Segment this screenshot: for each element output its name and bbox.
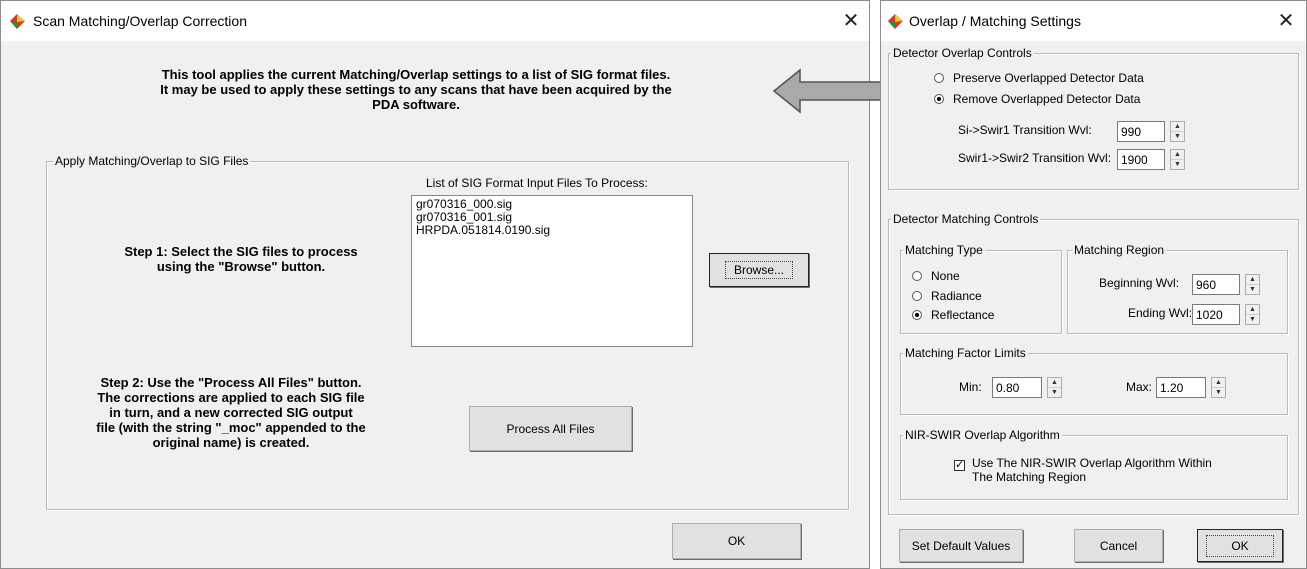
cancel-button[interactable]: Cancel	[1074, 529, 1163, 562]
overlap-settings-window: Overlap / Matching Settings ✕ Detector O…	[880, 0, 1307, 569]
step1-line-1: Step 1: Select the SIG files to process	[124, 244, 358, 259]
ending-wvl-label: Ending Wvl:	[1128, 306, 1193, 320]
overlap-controls-label: Detector Overlap Controls	[891, 46, 1034, 60]
step2-line-3: in turn, and a new corrected SIG output	[109, 405, 353, 420]
ending-wvl-input[interactable]: 1020	[1192, 304, 1240, 325]
nir-swir-label: NIR-SWIR Overlap Algorithm	[903, 428, 1062, 442]
matching-region-label: Matching Region	[1072, 243, 1167, 257]
type-reflectance-radio[interactable]	[912, 310, 922, 320]
browse-button[interactable]: Browse...	[709, 253, 809, 287]
factor-limits-label: Matching Factor Limits	[903, 346, 1028, 360]
type-none-radio[interactable]	[912, 271, 922, 281]
spin-up-icon[interactable]: ▲	[1048, 378, 1061, 388]
swir1-swir2-label: Swir1->Swir2 Transition Wvl:	[958, 151, 1112, 165]
app-icon	[10, 14, 25, 29]
nir-swir-check-line-2[interactable]: The Matching Region	[972, 470, 1086, 484]
beginning-wvl-spinner[interactable]: ▲ ▼	[1245, 274, 1260, 295]
si-swir1-input[interactable]: 990	[1117, 121, 1165, 142]
spin-up-icon[interactable]: ▲	[1246, 305, 1259, 315]
step2-line-2: The corrections are applied to each SIG …	[97, 390, 365, 405]
set-default-values-button[interactable]: Set Default Values	[899, 529, 1023, 562]
step2-line-1: Step 2: Use the "Process All Files" butt…	[100, 375, 362, 390]
spin-up-icon[interactable]: ▲	[1171, 150, 1184, 160]
intro-line-1: This tool applies the current Matching/O…	[161, 67, 671, 82]
step2-line-5: original name) is created.	[152, 435, 310, 450]
ok-button[interactable]: OK	[672, 523, 801, 559]
beginning-wvl-input[interactable]: 960	[1192, 274, 1240, 295]
spin-up-icon[interactable]: ▲	[1212, 378, 1225, 388]
max-spinner[interactable]: ▲ ▼	[1211, 377, 1226, 398]
app-icon	[888, 14, 903, 29]
matching-controls-label: Detector Matching Controls	[891, 212, 1041, 226]
close-icon[interactable]: ✕	[1273, 8, 1299, 34]
close-icon[interactable]: ✕	[838, 8, 864, 34]
scan-matching-window: Scan Matching/Overlap Correction ✕ This …	[0, 0, 870, 569]
window-title: Overlap / Matching Settings	[909, 13, 1081, 29]
swir1-swir2-spinner[interactable]: ▲ ▼	[1170, 149, 1185, 170]
type-none-label[interactable]: None	[931, 269, 960, 283]
remove-overlap-label[interactable]: Remove Overlapped Detector Data	[953, 92, 1140, 106]
preserve-overlap-label[interactable]: Preserve Overlapped Detector Data	[953, 71, 1144, 85]
intro-line-3: PDA software.	[372, 97, 460, 112]
spin-down-icon[interactable]: ▼	[1246, 315, 1259, 324]
type-reflectance-label[interactable]: Reflectance	[931, 308, 994, 322]
spin-down-icon[interactable]: ▼	[1246, 285, 1259, 294]
type-radiance-radio[interactable]	[912, 291, 922, 301]
spin-down-icon[interactable]: ▼	[1171, 132, 1184, 141]
swir1-swir2-input[interactable]: 1900	[1117, 149, 1165, 170]
min-label: Min:	[959, 380, 982, 394]
settings-ok-button[interactable]: OK	[1197, 529, 1283, 562]
title-bar[interactable]: Overlap / Matching Settings ✕	[881, 1, 1306, 41]
step1-line-2: using the "Browse" button.	[156, 259, 326, 274]
max-label: Max:	[1126, 380, 1153, 394]
nir-swir-check-line-1[interactable]: Use The NIR-SWIR Overlap Algorithm Withi…	[972, 456, 1212, 470]
settings-ok-label: OK	[1206, 534, 1274, 557]
remove-overlap-radio[interactable]	[934, 94, 944, 104]
process-all-files-button[interactable]: Process All Files	[469, 406, 632, 451]
si-swir1-spinner[interactable]: ▲ ▼	[1170, 121, 1185, 142]
min-spinner[interactable]: ▲ ▼	[1047, 377, 1062, 398]
matching-type-label: Matching Type	[903, 243, 985, 257]
window-title: Scan Matching/Overlap Correction	[33, 13, 247, 29]
ending-wvl-spinner[interactable]: ▲ ▼	[1245, 304, 1260, 325]
beginning-wvl-label: Beginning Wvl:	[1099, 276, 1180, 290]
max-input[interactable]: 1.20	[1156, 377, 1206, 398]
apply-group-label: Apply Matching/Overlap to SIG Files	[53, 154, 251, 168]
spin-up-icon[interactable]: ▲	[1246, 275, 1259, 285]
si-swir1-label: Si->Swir1 Transition Wvl:	[958, 123, 1092, 137]
file-list[interactable]: gr070316_000.sig gr070316_001.sig HRPDA.…	[411, 195, 693, 347]
type-radiance-label[interactable]: Radiance	[931, 289, 982, 303]
spin-up-icon[interactable]: ▲	[1171, 122, 1184, 132]
nir-swir-checkbox[interactable]: ✓	[954, 460, 965, 471]
min-input[interactable]: 0.80	[992, 377, 1042, 398]
spin-down-icon[interactable]: ▼	[1048, 388, 1061, 397]
spin-down-icon[interactable]: ▼	[1212, 388, 1225, 397]
preserve-overlap-radio[interactable]	[934, 73, 944, 83]
spin-down-icon[interactable]: ▼	[1171, 160, 1184, 169]
browse-button-label: Browse...	[724, 261, 793, 279]
list-item[interactable]: HRPDA.051814.0190.sig	[416, 224, 688, 237]
step2-line-4: file (with the string "_moc" appended to…	[96, 420, 366, 435]
file-list-label: List of SIG Format Input Files To Proces…	[426, 176, 648, 190]
intro-line-2: It may be used to apply these settings t…	[160, 82, 672, 97]
title-bar[interactable]: Scan Matching/Overlap Correction ✕	[1, 1, 869, 41]
